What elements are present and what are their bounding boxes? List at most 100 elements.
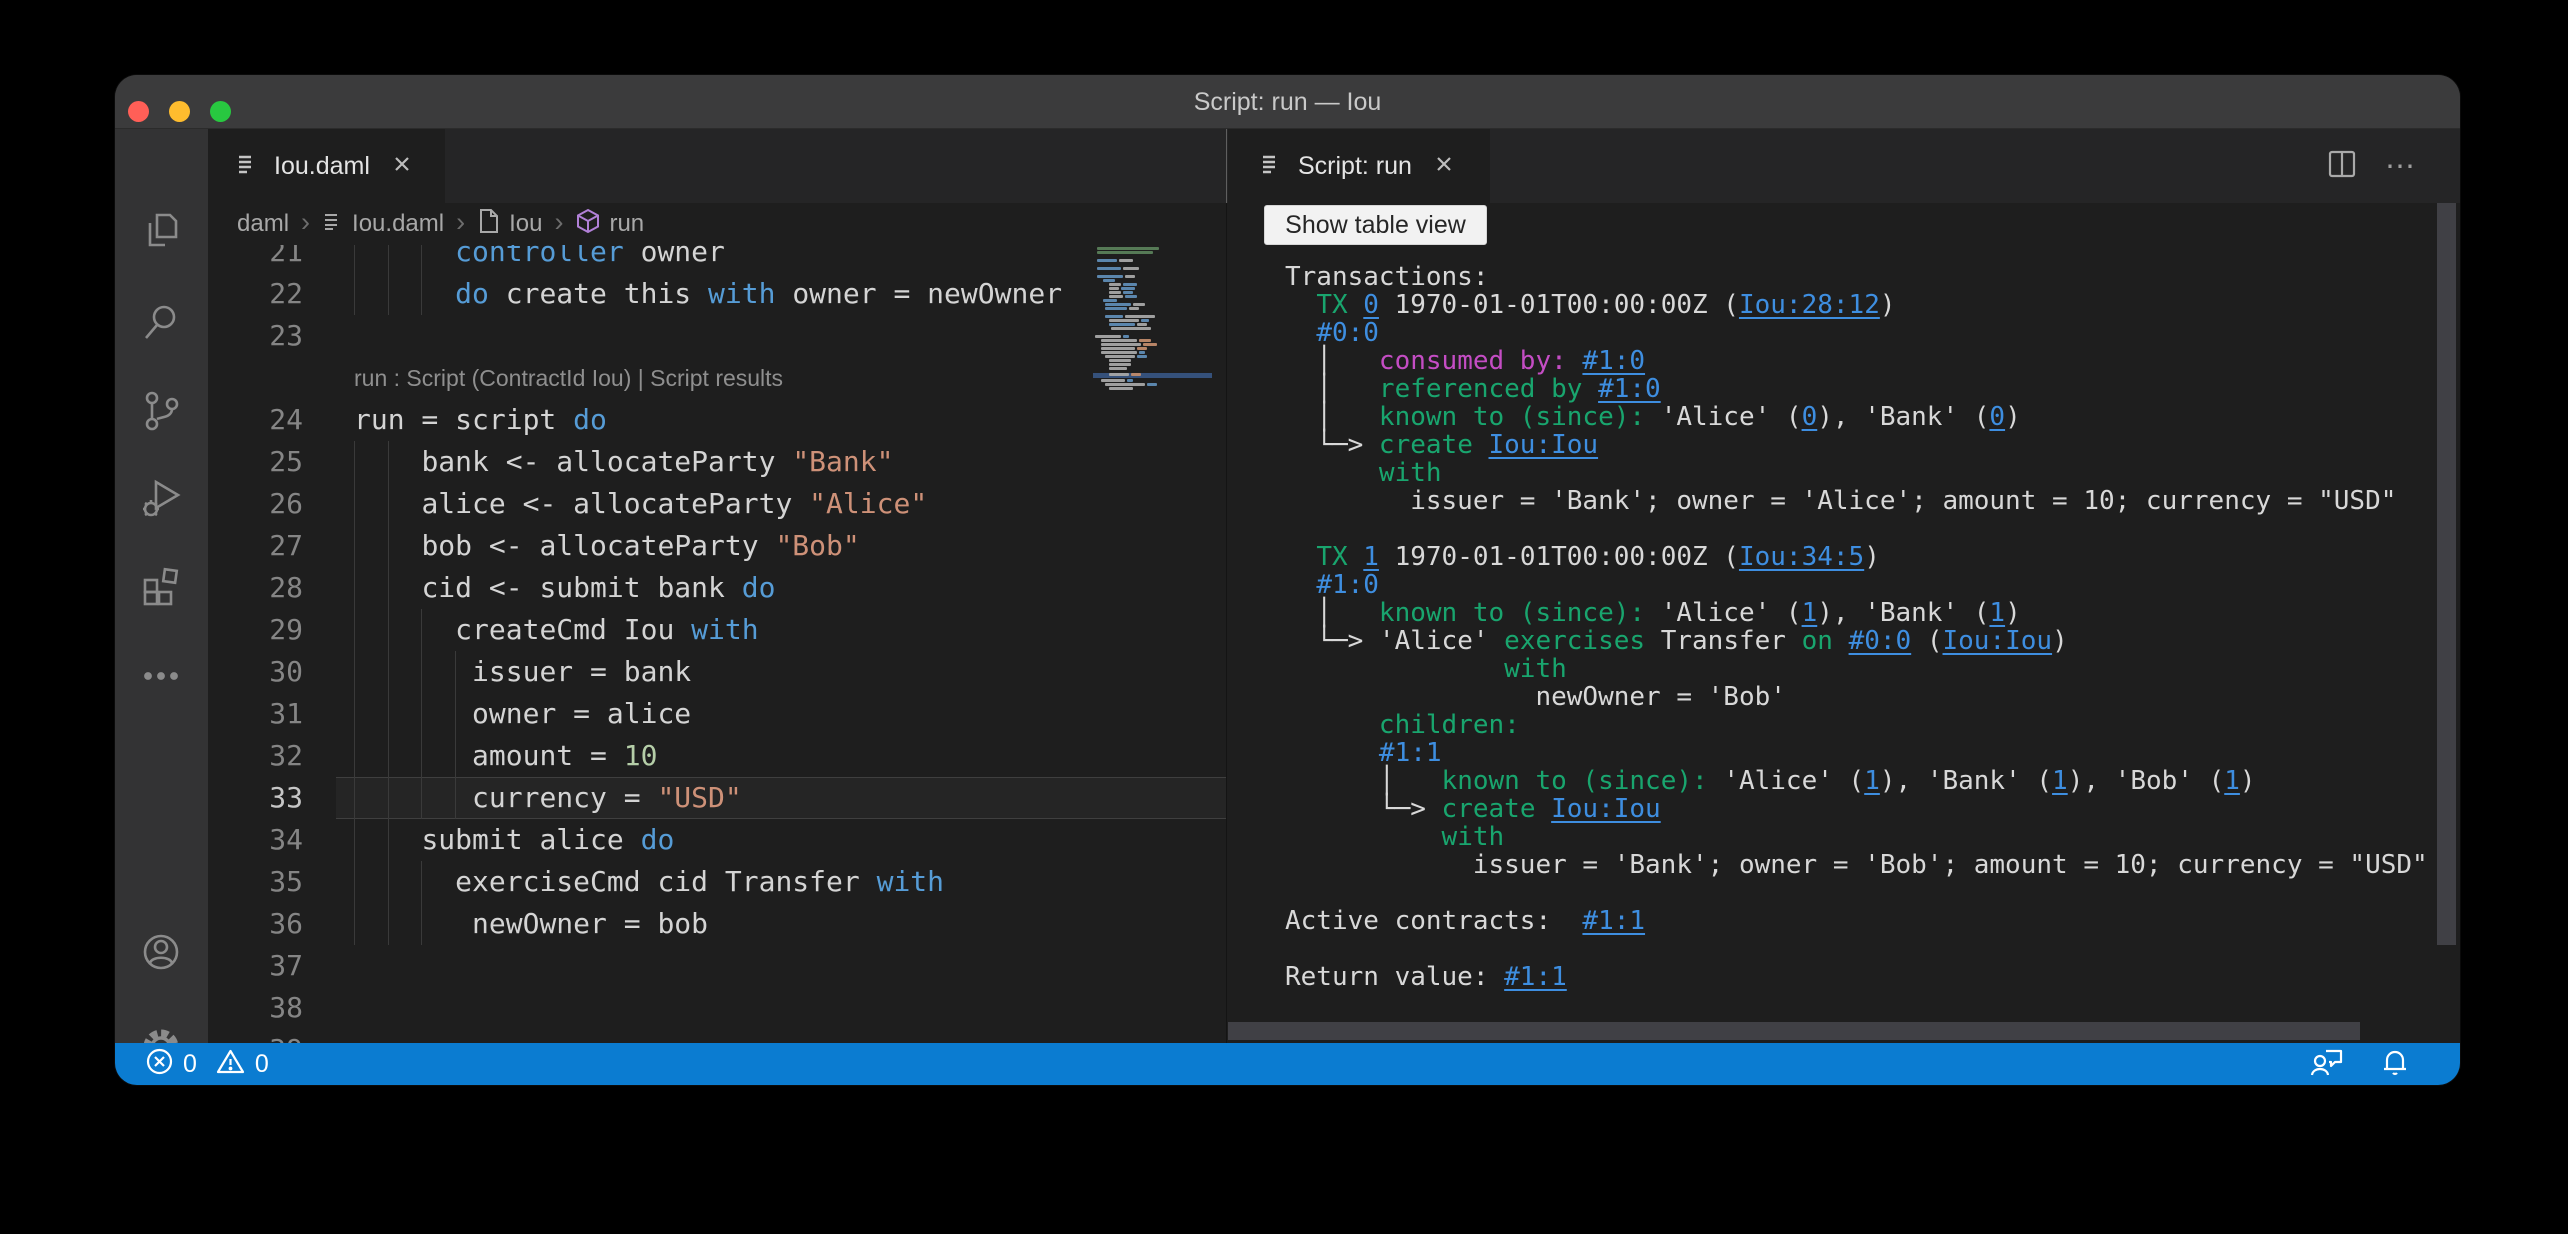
tx-link[interactable]: Iou:Iou bbox=[1489, 430, 1599, 460]
tx-link[interactable]: 1 bbox=[1363, 542, 1379, 572]
bell-icon[interactable] bbox=[2379, 1046, 2411, 1083]
extensions-icon[interactable] bbox=[138, 564, 184, 610]
status-bar-right bbox=[2309, 1046, 2411, 1083]
tx-link[interactable]: 1 bbox=[2052, 766, 2068, 796]
close-tab-icon[interactable] bbox=[1434, 154, 1454, 179]
split-editor-icon[interactable] bbox=[2325, 147, 2359, 186]
code-line[interactable]: 30 issuer = bank bbox=[208, 651, 1226, 693]
tx-link[interactable]: #1:0 bbox=[1598, 374, 1661, 404]
search-icon[interactable] bbox=[138, 299, 184, 345]
run-debug-icon[interactable] bbox=[138, 476, 184, 522]
code-line[interactable]: 21 controller owner bbox=[208, 245, 1226, 273]
code-line[interactable]: 37 bbox=[208, 945, 1226, 987]
minimap-line bbox=[1105, 355, 1135, 358]
code-line[interactable]: 25 bank <- allocateParty "Bank" bbox=[208, 441, 1226, 483]
minimap-line bbox=[1119, 259, 1133, 262]
tx-text: 'Alice' ( bbox=[1723, 766, 1864, 796]
tx-link[interactable]: Iou:Iou bbox=[1551, 794, 1661, 824]
tx-link[interactable]: #1:0 bbox=[1582, 346, 1645, 376]
minimap[interactable] bbox=[1093, 247, 1212, 407]
code-line[interactable]: 39 bbox=[208, 1029, 1226, 1043]
tx-text: ), 'Bank' ( bbox=[1880, 766, 2052, 796]
code-line[interactable]: 29 createCmd Iou with bbox=[208, 609, 1226, 651]
minimap-line bbox=[1101, 351, 1137, 354]
breadcrumb-item-file[interactable]: Iou.daml bbox=[322, 210, 444, 239]
problems-status[interactable]: 0 0 bbox=[145, 1047, 269, 1081]
tx-link[interactable]: #1:1 bbox=[1582, 906, 1645, 936]
code-line[interactable]: 38 bbox=[208, 987, 1226, 1029]
breadcrumb-item-daml[interactable]: daml bbox=[237, 210, 289, 238]
tx-link[interactable]: Iou:28:12 bbox=[1739, 290, 1880, 320]
editor-tab-bar: Iou.daml ⋯ bbox=[208, 129, 1226, 203]
editor-panel-sash[interactable] bbox=[1226, 203, 1227, 1043]
title-bar[interactable]: Script: run — Iou bbox=[115, 75, 2460, 129]
minimap-line bbox=[1111, 327, 1151, 330]
close-tab-icon[interactable] bbox=[392, 154, 412, 179]
breadcrumb-item-module[interactable]: Iou bbox=[477, 208, 542, 241]
script-panel-tab-bar: Script: run ⋯ bbox=[1227, 129, 2460, 203]
tx-link[interactable]: 0 bbox=[1802, 402, 1818, 432]
warning-count: 0 bbox=[255, 1050, 269, 1079]
panel-vertical-scrollbar[interactable] bbox=[2437, 203, 2456, 945]
code-line[interactable]: 34 submit alice do bbox=[208, 819, 1226, 861]
tab-script-run[interactable]: Script: run bbox=[1228, 129, 1490, 203]
tx-link[interactable]: 0 bbox=[1363, 290, 1379, 320]
code-line[interactable]: 32 amount = 10 bbox=[208, 735, 1226, 777]
code-line[interactable]: 22 do create this with owner = newOwner bbox=[208, 273, 1226, 315]
code-line[interactable]: 36 newOwner = bob bbox=[208, 903, 1226, 945]
tx-link[interactable]: 1 bbox=[1989, 598, 2005, 628]
code-line[interactable]: 35 exerciseCmd cid Transfer with bbox=[208, 861, 1226, 903]
tx-text bbox=[1285, 654, 1504, 684]
minimap-line bbox=[1103, 279, 1115, 282]
account-icon[interactable] bbox=[138, 929, 184, 975]
feedback-icon[interactable] bbox=[2309, 1046, 2345, 1083]
code-editor[interactable]: 21 controller owner22 do create this wit… bbox=[208, 245, 1226, 1043]
tx-link[interactable]: 1 bbox=[1864, 766, 1880, 796]
source-control-icon[interactable] bbox=[138, 388, 184, 434]
file-lines-icon bbox=[322, 210, 344, 239]
tx-link[interactable]: #0:0 bbox=[1849, 626, 1912, 656]
panel-horizontal-scrollbar[interactable] bbox=[1228, 1022, 2360, 1040]
minimap-line bbox=[1109, 373, 1129, 376]
minimap-line bbox=[1123, 291, 1133, 294]
minimap-line bbox=[1101, 339, 1137, 342]
line-number: 37 bbox=[208, 945, 303, 987]
vscode-window: Script: run — Iou bbox=[115, 75, 2460, 1085]
show-table-view-button[interactable]: Show table view bbox=[1264, 205, 1487, 245]
tx-link[interactable]: #1:1 bbox=[1504, 962, 1567, 992]
code-line[interactable]: 33 currency = "USD" bbox=[208, 777, 1226, 819]
script-results-output: Transactions: TX 0 1970-01-01T00:00:00Z … bbox=[1285, 263, 2428, 991]
code-line[interactable]: 24run = script do bbox=[208, 399, 1226, 441]
minimap-line bbox=[1133, 303, 1145, 306]
tx-link[interactable]: 1 bbox=[1802, 598, 1818, 628]
minimap-line bbox=[1101, 379, 1125, 382]
minimap-line bbox=[1109, 323, 1135, 326]
tx-link[interactable]: Iou:Iou bbox=[1943, 626, 2053, 656]
tx-text bbox=[1285, 458, 1379, 488]
minimap-line bbox=[1131, 373, 1141, 376]
minimap-line bbox=[1105, 307, 1127, 310]
breadcrumb-item-symbol-run[interactable]: run bbox=[575, 207, 644, 242]
code-line[interactable]: 26 alice <- allocateParty "Alice" bbox=[208, 483, 1226, 525]
symbol-cube-icon bbox=[575, 207, 601, 242]
tx-text: #1:1 bbox=[1379, 738, 1442, 768]
tx-link[interactable]: 0 bbox=[1989, 402, 2005, 432]
more-actions-icon[interactable] bbox=[138, 653, 184, 699]
tx-text bbox=[1285, 738, 1379, 768]
tab-iou-daml[interactable]: Iou.daml bbox=[208, 129, 445, 203]
tx-text: │ bbox=[1285, 766, 1442, 796]
tx-link[interactable]: Iou:34:5 bbox=[1739, 542, 1864, 572]
panel-more-actions-icon[interactable]: ⋯ bbox=[2385, 149, 2420, 184]
tx-text: with bbox=[1442, 822, 1505, 852]
code-line[interactable]: 27 bob <- allocateParty "Bob" bbox=[208, 525, 1226, 567]
code-line[interactable]: 31 owner = alice bbox=[208, 693, 1226, 735]
tx-text: Active contracts: bbox=[1285, 906, 1582, 936]
tx-text: Transfer bbox=[1661, 626, 1802, 656]
code-lens[interactable]: run : Script (ContractId Iou) | Script r… bbox=[208, 357, 1226, 399]
tx-link[interactable]: 1 bbox=[2224, 766, 2240, 796]
explorer-icon[interactable] bbox=[138, 208, 184, 254]
code-line[interactable]: 23 bbox=[208, 315, 1226, 357]
line-number: 31 bbox=[208, 693, 303, 735]
code-line[interactable]: 28 cid <- submit bank do bbox=[208, 567, 1226, 609]
tx-text: ) bbox=[1864, 542, 1880, 572]
